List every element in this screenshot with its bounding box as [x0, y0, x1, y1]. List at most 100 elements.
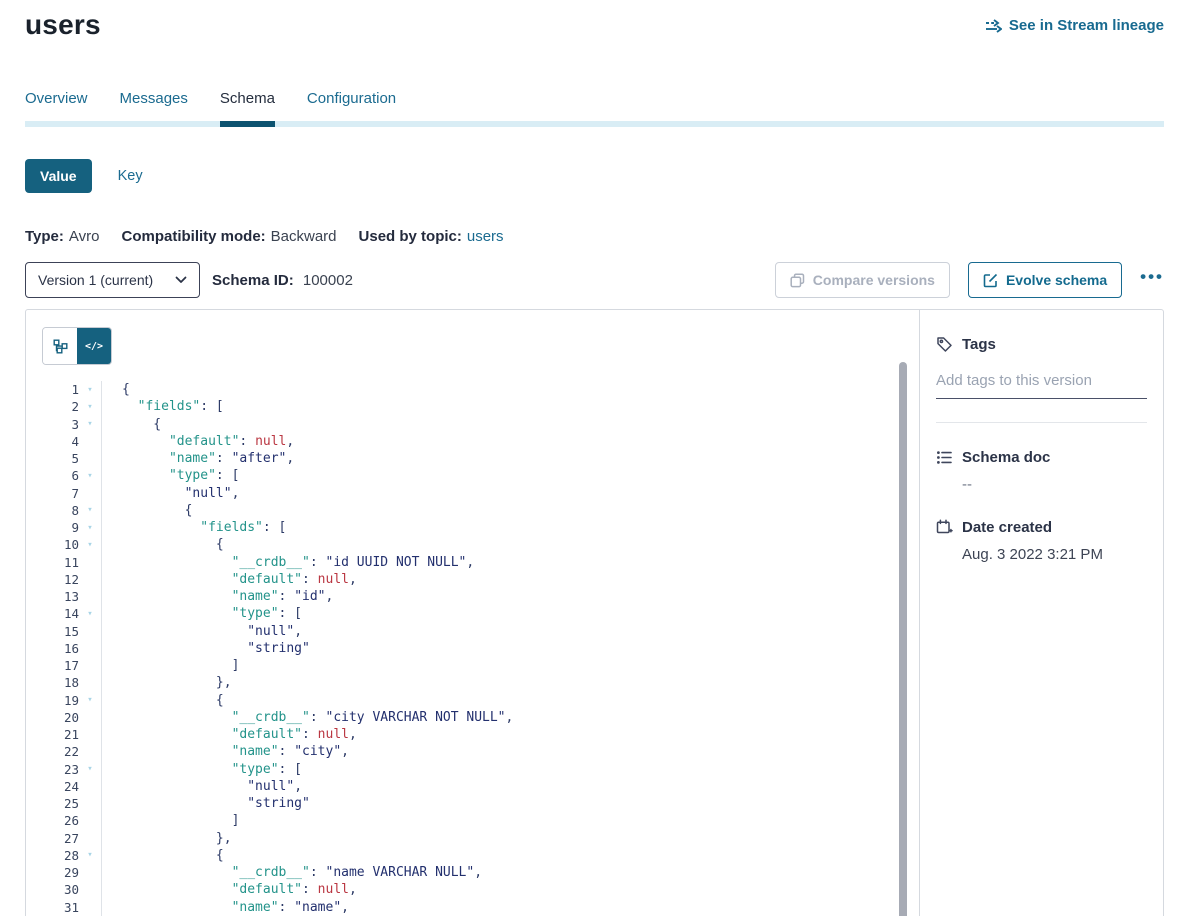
code-text: "null",: [102, 486, 239, 501]
evolve-schema-button[interactable]: Evolve schema: [968, 262, 1122, 298]
code-text: "name": "city",: [102, 744, 349, 759]
code-line: 10▾{: [42, 536, 919, 553]
key-toggle-button[interactable]: Key: [118, 168, 143, 184]
fold-toggle-icon[interactable]: ▾: [79, 692, 102, 709]
code-line: 29"__crdb__": "name VARCHAR NULL",: [42, 864, 919, 881]
schema-page: users See in Stream lineage Overview Mes…: [0, 0, 1189, 916]
tags-input[interactable]: [936, 372, 1147, 399]
code-text: {: [102, 537, 224, 552]
line-number: 16: [42, 641, 79, 656]
tab-underline-track: [25, 121, 1164, 127]
line-number: 23: [42, 762, 79, 777]
code-text: {: [102, 848, 224, 863]
compare-versions-button[interactable]: Compare versions: [775, 262, 950, 298]
version-bar: Version 1 (current) Schema ID: 100002 Co…: [25, 262, 1164, 298]
fold-toggle-icon[interactable]: ▾: [79, 467, 102, 484]
line-number: 18: [42, 675, 79, 690]
fold-toggle-icon[interactable]: ▾: [79, 502, 102, 519]
fold-gutter: [79, 812, 102, 829]
code-line: 16 "string": [42, 640, 919, 657]
line-number: 5: [42, 451, 79, 466]
code-line: 23▾"type": [: [42, 761, 919, 778]
tab-schema[interactable]: Schema: [220, 90, 275, 121]
code-text: "null",: [102, 779, 302, 794]
line-number: 28: [42, 848, 79, 863]
compare-versions-icon: [790, 273, 805, 288]
code-text: "string": [102, 641, 310, 656]
fold-toggle-icon[interactable]: ▾: [79, 381, 102, 398]
code-line: 26]: [42, 812, 919, 829]
fold-toggle-icon[interactable]: ▾: [79, 761, 102, 778]
tab-configuration[interactable]: Configuration: [307, 90, 396, 121]
schema-doc-title: Schema doc: [962, 449, 1050, 466]
schema-meta-row: Type: Avro Compatibility mode: Backward …: [25, 228, 1164, 245]
code-line: 3▾{: [42, 416, 919, 433]
line-number: 9: [42, 520, 79, 535]
code-text: ]: [102, 658, 239, 673]
code-line: 21"default": null,: [42, 726, 919, 743]
line-number: 6: [42, 468, 79, 483]
more-options-button[interactable]: •••: [1140, 267, 1164, 293]
editor-scrollbar[interactable]: [899, 362, 907, 916]
date-created-value: Aug. 3 2022 3:21 PM: [962, 546, 1147, 563]
fold-toggle-icon[interactable]: ▾: [79, 398, 102, 415]
used-by-topic-label: Used by topic:: [359, 228, 462, 245]
code-text: {: [102, 503, 192, 518]
tab-messages[interactable]: Messages: [120, 90, 188, 121]
fold-gutter: [79, 881, 102, 898]
code-line: 22"name": "city",: [42, 743, 919, 760]
fold-toggle-icon[interactable]: ▾: [79, 519, 102, 536]
version-select[interactable]: Version 1 (current): [25, 262, 200, 298]
fold-toggle-icon[interactable]: ▾: [79, 605, 102, 622]
code-text: {: [102, 417, 161, 432]
fold-gutter: [79, 864, 102, 881]
code-view-icon: </>: [85, 341, 103, 352]
line-number: 10: [42, 537, 79, 552]
line-number: 21: [42, 727, 79, 742]
line-number: 31: [42, 900, 79, 915]
code-line: 24"null",: [42, 778, 919, 795]
tree-view-button[interactable]: [43, 328, 77, 364]
tab-overview[interactable]: Overview: [25, 90, 88, 121]
line-number: 8: [42, 503, 79, 518]
value-key-toggle: Value Key: [25, 159, 1164, 193]
stream-lineage-link[interactable]: See in Stream lineage: [985, 17, 1164, 34]
fold-toggle-icon[interactable]: ▾: [79, 847, 102, 864]
line-number: 17: [42, 658, 79, 673]
code-editor[interactable]: 1▾{2▾"fields": [3▾{4"default": null,5 "na…: [42, 381, 919, 916]
code-line: 2▾"fields": [: [42, 398, 919, 415]
code-line: 13"name": "id",: [42, 588, 919, 605]
schema-doc-value: --: [962, 476, 1147, 493]
fold-toggle-icon[interactable]: ▾: [79, 416, 102, 433]
line-number: 4: [42, 434, 79, 449]
line-number: 19: [42, 693, 79, 708]
value-toggle-button[interactable]: Value: [25, 159, 92, 193]
code-line: 1▾{: [42, 381, 919, 398]
code-text: "name": "name",: [102, 900, 349, 915]
code-text: "null",: [102, 624, 302, 639]
compatibility-value: Backward: [271, 228, 337, 245]
schema-doc-section: Schema doc --: [936, 449, 1147, 493]
schema-doc-header: Schema doc: [936, 449, 1147, 466]
tag-icon: [936, 336, 953, 353]
editor-view-toggle: </>: [42, 327, 112, 365]
fold-gutter: [79, 450, 102, 467]
code-text: ]: [102, 813, 239, 828]
code-line: 9▾"fields": [: [42, 519, 919, 536]
code-line: 4"default": null,: [42, 433, 919, 450]
page-title: users: [25, 9, 101, 41]
fold-gutter: [79, 623, 102, 640]
line-number: 12: [42, 572, 79, 587]
code-text: "type": [: [102, 606, 302, 621]
code-view-button[interactable]: </>: [77, 328, 111, 364]
topic-link[interactable]: users: [467, 228, 504, 245]
code-text: },: [102, 831, 232, 846]
fold-toggle-icon[interactable]: ▾: [79, 536, 102, 553]
tab-bar: Overview Messages Schema Configuration: [25, 90, 1164, 121]
stream-lineage-icon: [985, 19, 1002, 33]
fold-gutter: [79, 640, 102, 657]
fold-gutter: [79, 674, 102, 691]
page-header: users See in Stream lineage: [25, 0, 1164, 41]
code-text: "name": "id",: [102, 589, 333, 604]
code-line: 6▾"type": [: [42, 467, 919, 484]
